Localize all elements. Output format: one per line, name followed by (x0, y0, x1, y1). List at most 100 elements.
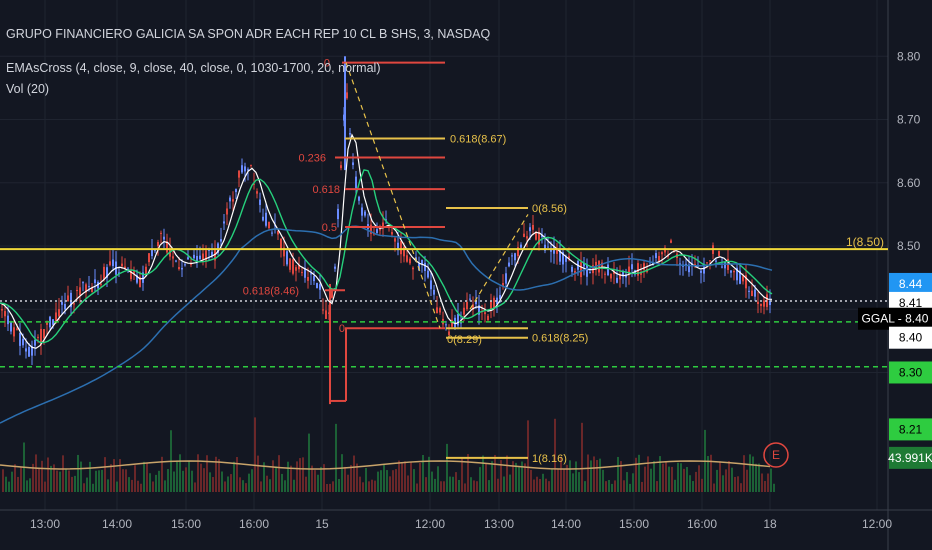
volume-bar (383, 463, 385, 492)
candle-body (280, 238, 282, 249)
candle-body (292, 259, 294, 274)
volume-bar (137, 480, 139, 492)
volume-bar (374, 480, 376, 492)
candle-body (325, 310, 327, 319)
candle-body (607, 264, 609, 276)
volume-bar (695, 471, 697, 492)
volume-bar (443, 481, 445, 492)
candle-body (748, 290, 750, 292)
volume-bar (593, 456, 595, 492)
volume-bar (281, 473, 283, 492)
candle-body (94, 279, 96, 284)
candle-body (244, 166, 246, 172)
candle-body (532, 224, 534, 230)
volume-bar (371, 479, 373, 492)
price-chart[interactable]: 1(8.50)00.2360.6180.500.618(8.46)0.618(8… (0, 0, 932, 550)
candle-body (265, 212, 267, 226)
volume-bar (530, 469, 532, 492)
candle-body (19, 332, 21, 346)
candle-body (172, 256, 174, 259)
candle-body (721, 266, 723, 268)
candle-body (715, 260, 717, 262)
candle-body (259, 199, 261, 205)
volume-bar (476, 481, 478, 492)
volume-bar (182, 470, 184, 492)
volume-bar (176, 460, 178, 492)
volume-bar (461, 457, 463, 492)
volume-bar (77, 454, 79, 492)
candle-body (394, 238, 396, 242)
volume-bar (752, 456, 754, 492)
price-badge-label: 8.21 (899, 422, 923, 436)
candle-body (457, 314, 459, 326)
volume-bar (362, 482, 364, 492)
candle-body (718, 251, 720, 257)
candle-body (598, 260, 600, 273)
volume-bar (254, 417, 256, 492)
volume-bar (389, 476, 391, 492)
volume-bar (185, 467, 187, 492)
candle-body (187, 257, 189, 260)
candle-body (52, 319, 54, 325)
volume-bar (128, 477, 130, 492)
candle-body (82, 282, 84, 284)
volume-bar (446, 443, 448, 492)
candle-body (391, 232, 393, 235)
price-badge-label: 8.44 (899, 277, 923, 291)
volume-bar (671, 466, 673, 492)
candle-body (223, 221, 225, 224)
volume-bar (464, 483, 466, 492)
volume-bar (605, 481, 607, 492)
volume-bar (209, 472, 211, 492)
volume-bar (488, 480, 490, 492)
candle-body (520, 244, 522, 248)
volume-bar (14, 464, 16, 492)
candle-body (616, 277, 618, 283)
candle-body (34, 339, 36, 346)
volume-bar (242, 480, 244, 492)
symbol-legend: GRUPO FINANCIERO GALICIA SA SPON ADR EAC… (6, 27, 491, 41)
volume-bar (179, 454, 181, 492)
volume-bar (314, 470, 316, 492)
volume-bar (767, 473, 769, 492)
volume-bar (551, 468, 553, 492)
candle-body (43, 329, 45, 339)
volume-bar (404, 461, 406, 492)
volume-bar (611, 483, 613, 492)
volume-bar (539, 478, 541, 492)
candle-body (226, 208, 228, 215)
candle-body (586, 264, 588, 277)
volume-bar (245, 483, 247, 492)
candle-body (400, 240, 402, 255)
volume-bar (677, 462, 679, 492)
candle-body (337, 208, 339, 220)
volume-bar (665, 461, 667, 492)
volume-bar (548, 481, 550, 492)
volume-bar (425, 477, 427, 492)
volume-bar (578, 472, 580, 492)
volume-bar (104, 457, 106, 492)
candle-body (655, 253, 657, 259)
candle-body (463, 307, 465, 315)
volume-bar (332, 481, 334, 492)
volume-bar (626, 472, 628, 492)
volume-bar (647, 456, 649, 492)
volume-bar (335, 423, 337, 492)
volume-bar (482, 455, 484, 492)
candle-body (610, 274, 612, 279)
candle-body (88, 286, 90, 288)
candle-body (436, 307, 438, 314)
x-tick-label: 16:00 (239, 517, 269, 531)
candle-body (160, 232, 162, 234)
volume-bar (686, 467, 688, 492)
volume-bar (329, 483, 331, 492)
price-badge-label: 8.30 (899, 365, 923, 379)
candle-body (7, 315, 9, 325)
volume-bar (164, 480, 166, 492)
volume-legend: Vol (20) (6, 82, 50, 96)
volume-bar (557, 468, 559, 492)
volume-bar (467, 454, 469, 492)
candle-body (346, 92, 348, 99)
candle-body (148, 253, 150, 263)
candle-body (22, 338, 24, 346)
